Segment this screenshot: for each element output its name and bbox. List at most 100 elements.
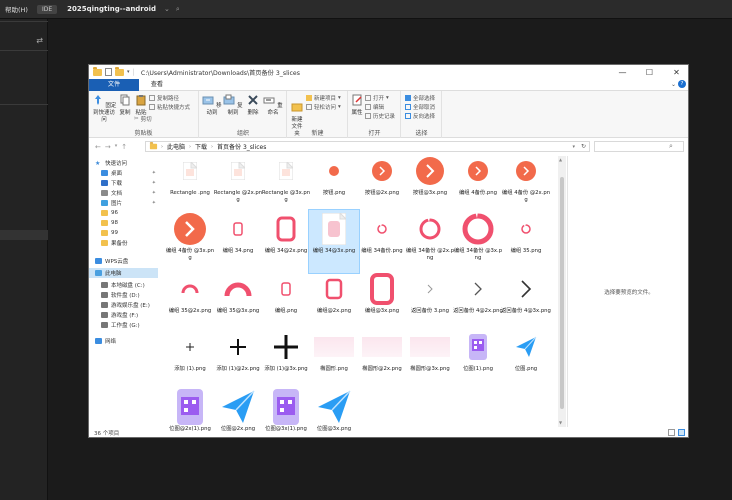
scroll-up-icon[interactable]: ▲ — [559, 157, 562, 162]
file-item[interactable]: Rectangle .png — [165, 152, 215, 215]
copy-path-button[interactable]: 复制路径 — [149, 94, 179, 102]
pin-icon[interactable]: ✦ — [152, 190, 156, 196]
chevron-down-icon[interactable]: ▾ — [115, 143, 118, 151]
nav-item[interactable]: WPS云盘 — [89, 256, 158, 266]
up-arrow-icon[interactable]: ↑ — [121, 143, 127, 151]
file-item[interactable]: 编组 4备份.png — [453, 152, 503, 215]
file-item[interactable]: Rectangle @3x.png — [261, 152, 311, 215]
file-item[interactable]: 编组 35.png — [501, 210, 551, 273]
file-item[interactable]: 编组@3x.png — [357, 270, 407, 333]
nav-item[interactable]: 游戏娱乐盘 (E:) — [89, 300, 158, 310]
file-item[interactable]: 编组 4备份 @2x.png — [501, 152, 551, 215]
address-input[interactable]: › 此电脑 › 下载 › 首页备份 3_slices ▾ ↻ — [145, 141, 590, 152]
minimize-button[interactable]: — — [609, 65, 636, 79]
file-item[interactable]: 添加 (1)@2x.png — [213, 328, 263, 391]
chevron-down-icon[interactable]: ⌄ — [164, 5, 170, 13]
edit-button[interactable]: 编辑 — [365, 103, 384, 111]
details-view-icon[interactable] — [668, 429, 675, 436]
forward-arrow-icon[interactable]: → — [105, 143, 111, 151]
large-icons-view-icon[interactable] — [678, 429, 685, 436]
file-item[interactable]: 编组 34备份 @2x.png — [405, 210, 455, 273]
file-item[interactable]: 椭圆形@2x.png — [357, 328, 407, 391]
nav-item[interactable]: 图片 ✦ — [89, 198, 158, 208]
refresh-icon[interactable]: ↻ — [581, 143, 586, 150]
panel-highlight-row[interactable] — [0, 230, 48, 240]
tab-file[interactable]: 文件 — [89, 78, 139, 91]
ide-tag[interactable]: IDE — [36, 4, 58, 14]
properties-button[interactable]: 属性 — [350, 94, 364, 117]
file-item[interactable]: 返回备份 3.png — [405, 270, 455, 333]
file-item[interactable]: 返回备份 4@2x.png — [453, 270, 503, 333]
nav-item[interactable]: 网络 — [89, 336, 158, 346]
nav-item[interactable]: 文档 ✦ — [89, 188, 158, 198]
file-item[interactable]: 编组 34备份 @3x.png — [453, 210, 503, 273]
nav-item[interactable]: ★ 快速访问 — [89, 158, 158, 168]
scrollbar-thumb[interactable] — [560, 177, 564, 409]
back-arrow-icon[interactable]: ← — [95, 143, 101, 151]
paste-shortcut-button[interactable]: 粘贴快捷方式 — [149, 103, 190, 111]
invert-selection-button[interactable]: 反向选择 — [405, 112, 435, 120]
pin-icon[interactable]: ✦ — [152, 180, 156, 186]
chevron-right-icon[interactable]: › — [189, 144, 191, 150]
search-icon[interactable]: ⌕ — [176, 5, 180, 14]
file-item[interactable]: 编组 4备份 @3x.png — [165, 210, 215, 273]
file-item[interactable]: 添加 (1)@3x.png — [261, 328, 311, 391]
vertical-scrollbar[interactable]: ▲ ▼ — [558, 156, 566, 427]
easy-access-button[interactable]: 轻松访问 ▾ — [306, 103, 341, 111]
properties-icon[interactable] — [105, 68, 112, 76]
file-item[interactable]: 位图(1).png — [453, 328, 503, 391]
search-input[interactable]: ⌕ — [594, 141, 684, 152]
breadcrumb-this-pc[interactable]: 此电脑 — [167, 142, 185, 151]
file-item[interactable]: 编组 35@2x.png — [165, 270, 215, 333]
breadcrumb-current-folder[interactable]: 首页备份 3_slices — [217, 142, 266, 151]
file-item[interactable]: 椭圆形.png — [309, 328, 359, 391]
nav-item[interactable]: 游戏盘 (F:) — [89, 310, 158, 320]
pin-icon[interactable]: ✦ — [152, 200, 156, 206]
menu-help[interactable]: 帮助(H) — [0, 4, 33, 14]
new-folder-icon[interactable] — [115, 66, 124, 76]
nav-item[interactable]: 99 — [89, 228, 158, 238]
help-icon[interactable]: ? — [678, 80, 686, 88]
pin-icon[interactable]: ✦ — [152, 170, 156, 176]
file-item[interactable]: 编组 34@2x.png — [261, 210, 311, 273]
file-item[interactable]: 位图.png — [501, 328, 551, 391]
file-item[interactable]: 按钮.png — [309, 152, 359, 215]
tab-view[interactable]: 查看 — [144, 79, 170, 91]
nav-item[interactable]: 软件盘 (D:) — [89, 290, 158, 300]
collapse-ribbon-icon[interactable]: ⌄ — [671, 81, 676, 88]
open-button[interactable]: 打开 ▾ — [365, 94, 389, 102]
file-item[interactable]: 编组 35@3x.png — [213, 270, 263, 333]
delete-button[interactable]: 删除 — [245, 94, 261, 117]
nav-item[interactable]: 此电脑 — [89, 268, 158, 278]
pin-quick-access-button[interactable]: 固定到快速访问 — [91, 94, 117, 124]
nav-item[interactable]: 98 — [89, 218, 158, 228]
close-button[interactable]: ✕ — [663, 65, 688, 79]
breadcrumb-downloads[interactable]: 下载 — [195, 142, 207, 151]
nav-item[interactable]: 果备份 — [89, 238, 158, 248]
chevron-down-icon[interactable]: ▾ — [572, 144, 575, 150]
file-item[interactable]: 椭圆形@3x.png — [405, 328, 455, 391]
file-item[interactable]: 返回备份 4@3x.png — [501, 270, 551, 333]
select-all-button[interactable]: 全部选择 — [405, 94, 435, 102]
cut-button[interactable]: ✂ 剪切 — [134, 115, 152, 123]
nav-item[interactable]: 本地磁盘 (C:) — [89, 280, 158, 290]
file-item[interactable]: 按钮@3x.png — [405, 152, 455, 215]
scroll-down-icon[interactable]: ▼ — [559, 420, 562, 425]
history-button[interactable]: 历史记录 — [365, 112, 395, 120]
file-item[interactable]: Rectangle @2x.png — [213, 152, 263, 215]
chevron-right-icon[interactable]: › — [211, 144, 213, 150]
file-item[interactable]: 编组 34备份.png — [357, 210, 407, 273]
file-item[interactable]: 按钮@2x.png — [357, 152, 407, 215]
file-item[interactable]: 编组 34.png — [213, 210, 263, 273]
file-item[interactable]: 编组@2x.png — [309, 270, 359, 333]
maximize-button[interactable]: ☐ — [636, 65, 663, 79]
nav-item[interactable]: 桌面 ✦ — [89, 168, 158, 178]
project-name[interactable]: 2025qingting--android — [67, 5, 156, 13]
copy-to-button[interactable]: 复制到 — [223, 94, 243, 117]
rename-button[interactable]: 重命名 — [262, 94, 284, 117]
copy-button[interactable]: 复制 — [118, 94, 132, 117]
file-item[interactable]: 编组.png — [261, 270, 311, 333]
new-item-button[interactable]: 新建项目 ▾ — [306, 94, 341, 102]
paste-button[interactable]: 粘贴 — [134, 94, 148, 117]
chevron-down-icon[interactable]: ▾ — [127, 69, 130, 75]
